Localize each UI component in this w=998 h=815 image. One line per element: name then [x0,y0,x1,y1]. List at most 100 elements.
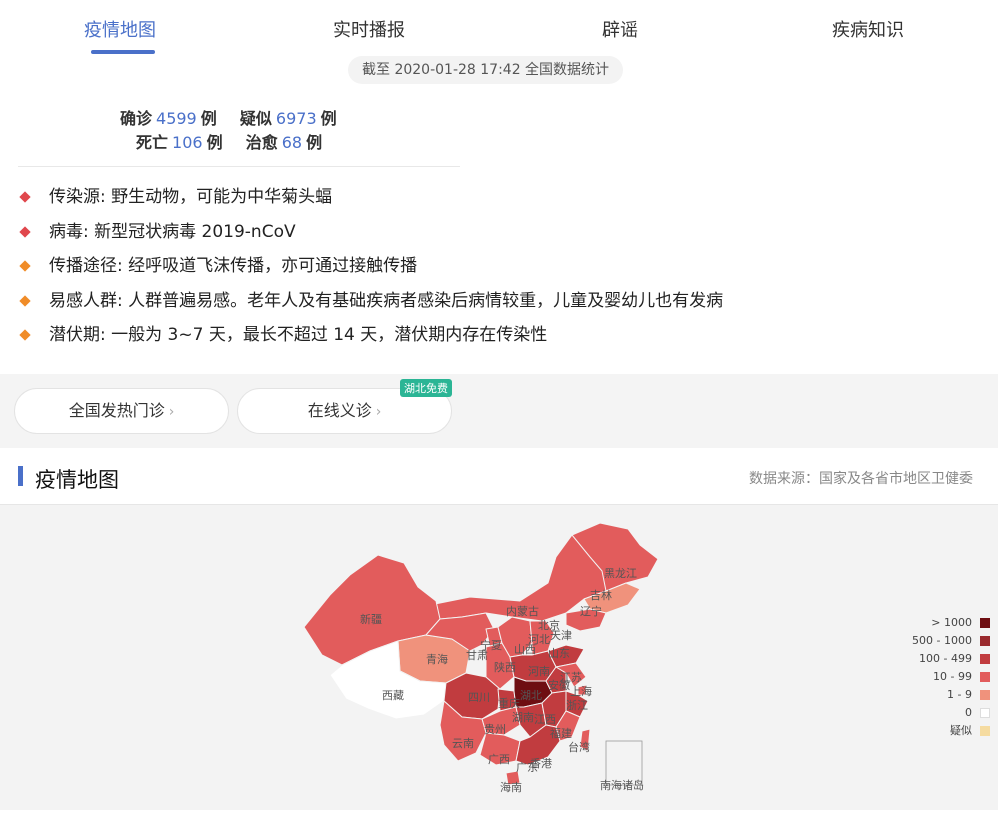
chevron-right-icon: › [375,404,382,420]
fever-clinic-label: 全国发热门诊 [68,401,165,420]
legend-swatch [980,618,990,628]
section-accent-bar [18,466,23,486]
region-label: 黑龙江 [604,567,637,580]
stats-row-1: 确诊 4599 例 疑似 6973 例 [120,105,337,129]
legend-swatch [980,726,990,736]
deaths-count: 106 [172,133,203,152]
map-legend: > 1000 500 - 1000 100 - 499 10 - 99 1 - … [912,614,990,740]
legend-item: 1 - 9 [912,686,990,704]
data-source-note: 数据来源：国家及各省市地区卫健委 [749,471,973,487]
deaths-unit: 例 [206,133,223,152]
section-title: 疫情地图 [35,468,119,492]
region-label: 河南 [528,665,550,678]
legend-swatch [980,690,990,700]
region-label: 重庆 [498,696,520,710]
region-label: 香港 [530,757,552,770]
chevron-right-icon: › [168,404,175,420]
fact-source: 传染源: 野生动物，可能为中华菊头蝠 [18,182,723,217]
stats-row-2: 死亡 106 例 治愈 68 例 [136,129,322,153]
region-label: 云南 [452,737,474,750]
legend-label: 1 - 9 [947,688,972,701]
legend-item: 100 - 499 [912,650,990,668]
fact-susceptible: 易感人群: 人群普遍易感。老年人及有基础疾病者感染后病情较重，儿童及婴幼儿也有发… [18,286,723,321]
region-label: 西藏 [382,689,404,702]
tab-live-broadcast[interactable]: 实时播报 [333,16,405,42]
region-label: 甘肃 [466,649,488,662]
legend-item: 0 [912,704,990,722]
region-label: 浙江 [566,699,588,712]
region-label: 山西 [514,643,536,656]
region-label: 天津 [550,629,572,642]
region-label: 安徽 [548,678,570,692]
legend-label: 500 - 1000 [912,634,972,647]
deaths-label: 死亡 [136,133,169,152]
tab-rumor-debunk[interactable]: 辟谣 [602,16,638,42]
epidemic-map-panel: 黑龙江 吉林 辽宁 内蒙古 新疆 北京 天津 河北 山西 山东 宁夏 甘肃 青海… [0,504,998,810]
suspected-label: 疑似 [239,109,272,128]
legend-swatch [980,672,990,682]
fact-text: 潜伏期: 一般为 3~7 天，最长不超过 14 天，潜伏期内存在传染性 [49,325,548,345]
region-label: 四川 [468,691,490,704]
legend-item: 10 - 99 [912,668,990,686]
legend-item: > 1000 [912,614,990,632]
tab-epidemic-map[interactable]: 疫情地图 [84,16,156,42]
diamond-bullet-icon [19,191,31,203]
active-tab-indicator [91,50,155,54]
update-time-notice: 截至 2020-01-28 17:42 全国数据统计 [348,56,624,84]
fact-virus: 病毒: 新型冠状病毒 2019-nCoV [18,217,723,252]
fact-text: 传播途径: 经呼吸道飞沫传播，亦可通过接触传播 [49,256,418,276]
region-label: 湖北 [520,689,542,702]
region-label: 海南 [500,780,522,794]
tab-disease-knowledge[interactable]: 疾病知识 [832,16,904,42]
suspected-unit: 例 [320,109,337,128]
region-label: 吉林 [590,588,612,602]
legend-item: 500 - 1000 [912,632,990,650]
suspected-count: 6973 [275,109,317,128]
cured-label: 治愈 [245,133,278,152]
region-label: 南海诸岛 [600,778,644,792]
online-consult-label: 在线义诊 [307,401,372,420]
legend-swatch [980,654,990,664]
confirmed-label: 确诊 [120,109,153,128]
diamond-bullet-icon [19,329,31,341]
china-map[interactable]: 黑龙江 吉林 辽宁 内蒙古 新疆 北京 天津 河北 山西 山东 宁夏 甘肃 青海… [0,505,998,811]
diamond-bullet-icon [19,225,31,238]
hubei-free-badge: 湖北免费 [400,379,452,397]
legend-label: 0 [965,706,972,719]
legend-label: > 1000 [931,616,972,629]
region-label: 山东 [548,647,570,660]
region-label: 辽宁 [580,604,602,618]
region-label: 上海 [570,684,592,698]
region-label: 陕西 [494,660,516,674]
confirmed-count: 4599 [156,109,197,128]
diamond-bullet-icon [19,294,31,307]
region-label: 内蒙古 [506,604,539,618]
fact-incubation: 潜伏期: 一般为 3~7 天，最长不超过 14 天，潜伏期内存在传染性 [18,320,723,355]
legend-swatch [980,708,990,718]
region-label: 贵州 [484,723,506,736]
region-label: 湖南 [512,711,534,724]
fever-clinic-button[interactable]: 全国发热门诊 › [14,388,229,434]
fact-text: 易感人群: 人群普遍易感。老年人及有基础疾病者感染后病情较重，儿童及婴幼儿也有发… [49,290,724,311]
top-tab-bar: 疫情地图 实时播报 辟谣 疾病知识 [0,0,998,56]
cured-unit: 例 [306,133,323,152]
legend-item: 疑似 [912,722,990,740]
disease-facts-list: 传染源: 野生动物，可能为中华菊头蝠 病毒: 新型冠状病毒 2019-nCoV … [18,182,723,355]
diamond-bullet-icon [19,260,31,272]
region-label: 台湾 [568,740,590,754]
region-label: 福建 [550,726,572,740]
fact-text: 病毒: 新型冠状病毒 2019-nCoV [49,221,296,242]
legend-label: 疑似 [950,724,972,737]
legend-label: 100 - 499 [919,652,972,665]
legend-swatch [980,636,990,646]
fact-text: 传染源: 野生动物，可能为中华菊头蝠 [49,187,333,207]
region-label: 青海 [426,652,448,666]
region-label: 新疆 [360,612,382,626]
region-label: 广西 [488,753,510,766]
cured-count: 68 [281,133,303,152]
divider [18,166,460,167]
confirmed-unit: 例 [200,109,217,128]
fact-transmission: 传播途径: 经呼吸道飞沫传播，亦可通过接触传播 [18,251,723,286]
legend-label: 10 - 99 [933,670,972,683]
region-label: 江西 [534,713,556,726]
